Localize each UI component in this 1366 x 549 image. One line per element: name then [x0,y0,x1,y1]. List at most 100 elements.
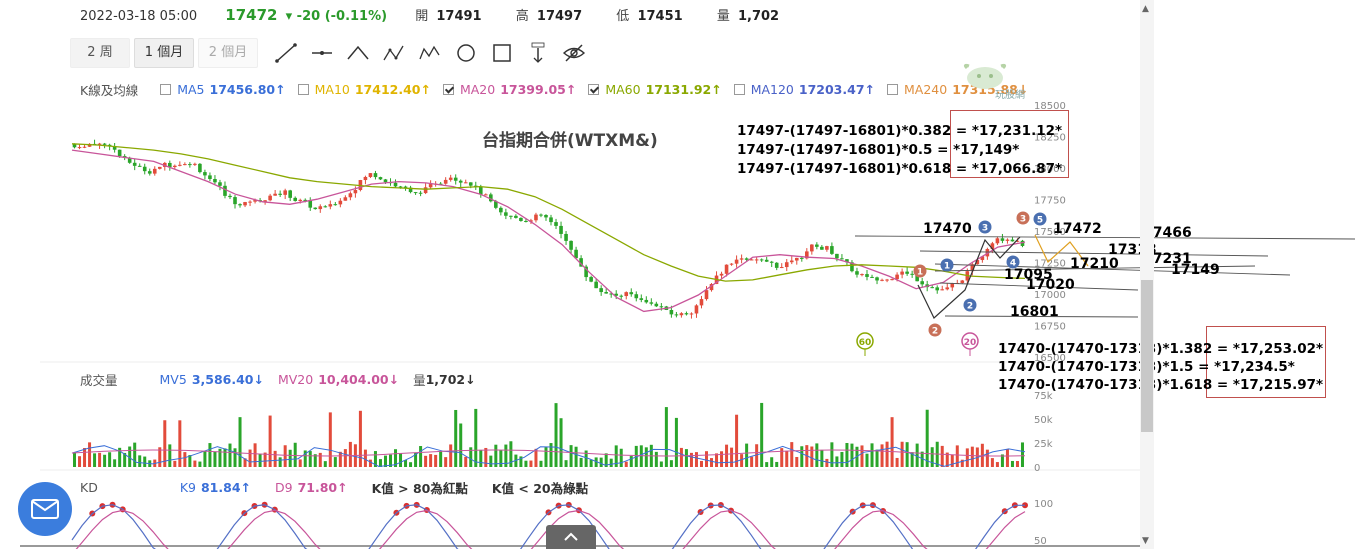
candle-body [233,197,237,205]
volume-bar [730,447,734,467]
candle-body [343,197,348,201]
d9-value: 71.80↑ [297,480,348,495]
volume-bar [720,451,724,467]
candle-body [228,195,232,198]
candle-body [183,164,187,166]
volume-bar [715,453,719,467]
volume-bar [168,444,172,467]
volume-bar [93,453,97,467]
volume-bar [1010,460,1014,467]
candle-body [739,258,744,260]
candle-body [519,217,523,221]
candle-body [815,244,819,247]
candle-body [784,262,789,268]
volume-bar [308,451,312,467]
kd-legend: KD K9 81.84↑ D9 71.80↑ K值 > 80為紅點 K值 < 2… [80,478,588,497]
volume-bar [674,417,678,467]
volume-bar [795,456,799,467]
candle-body [599,288,603,293]
volume-bar [419,446,423,467]
volume-bar [735,414,739,467]
chevron-up-icon [564,532,578,541]
candle-body [930,287,935,289]
candle-body [825,246,829,250]
vol-q-value: 1,702↓ [425,372,476,387]
price-chart[interactable]: 1650016750170001725017500177501800018250… [0,0,1366,549]
volume-bar [193,460,197,467]
volume-bar [654,451,658,467]
volume-bar [699,460,703,467]
volume-bar [574,446,578,467]
candle-body [117,149,122,157]
candle-body [769,261,774,263]
candle-body [544,215,548,218]
volume-bar [474,408,478,467]
scrollbar-thumb[interactable] [1141,280,1153,432]
volume-bar [544,447,548,467]
volume-bar [765,462,769,467]
volume-bar [73,452,77,467]
volume-bar [258,453,262,467]
y-axis-tick-label: 17750 [1034,196,1066,207]
candle-body [132,162,137,166]
scroll-up-arrow-icon[interactable]: ▲ [1142,4,1149,14]
volume-bar [840,451,844,467]
candle-body [589,277,593,282]
candle-body [423,187,428,194]
volume-bar [1015,460,1019,467]
candle-body [142,166,147,172]
volume-bar [399,453,403,467]
candle-body [137,165,142,167]
candle-body [639,298,644,300]
candle-body [82,146,87,148]
candle-body [208,175,212,180]
volume-bar [694,452,698,467]
candle-body [298,199,303,201]
volume-bar [890,417,894,467]
volume-bar [273,450,277,467]
candle-body [147,171,152,174]
candle-body [283,190,287,195]
candle-body [353,190,358,194]
kd-axis-tick-label: 100 [1034,499,1053,510]
mv5-label: MV5 [159,372,187,387]
candle-body [644,299,649,303]
scroll-down-arrow-icon[interactable]: ▼ [1142,536,1149,546]
candle-body [689,313,694,315]
candle-body [333,204,338,206]
level-label: 17149 [1171,262,1220,278]
candle-body [935,287,940,291]
candle-body [920,281,924,285]
candle-body [629,292,634,295]
volume-bar [298,459,302,467]
candle-body [910,273,914,275]
candle-body [594,281,598,289]
candle-body [830,246,834,254]
fib-ext-line-2: 17470-(17470-17313)*1.5 = *17,234.5* [998,359,1295,375]
candle-body [77,147,82,149]
volume-bar [880,444,884,467]
level-label: 17472 [1053,221,1102,237]
candle-body [704,290,709,300]
kd-note-red: K值 > 80為紅點 [371,481,468,496]
volume-bar [965,448,969,467]
kd-note-green: K值 < 20為綠點 [491,481,589,496]
candle-body [288,190,292,198]
volume-bar [704,451,708,467]
volume-bar [424,455,428,467]
volume-bar [559,418,563,467]
candle-body [393,182,398,187]
collapse-up-button[interactable] [546,525,596,549]
mail-icon [31,499,59,519]
vertical-scrollbar[interactable] [1140,0,1154,549]
candle-body [539,214,543,216]
candle-body [193,163,197,165]
candle-body [157,166,162,169]
volume-legend: 成交量 MV5 3,586.40↓ MV20 10,404.00↓ 量 1,70… [80,370,476,389]
contact-mail-button[interactable] [18,482,72,536]
candle-body [810,244,814,252]
volume-bar [213,451,217,467]
volume-bar [348,441,352,467]
wave-marker-label: 2 [967,302,973,312]
candle-body [348,193,353,198]
